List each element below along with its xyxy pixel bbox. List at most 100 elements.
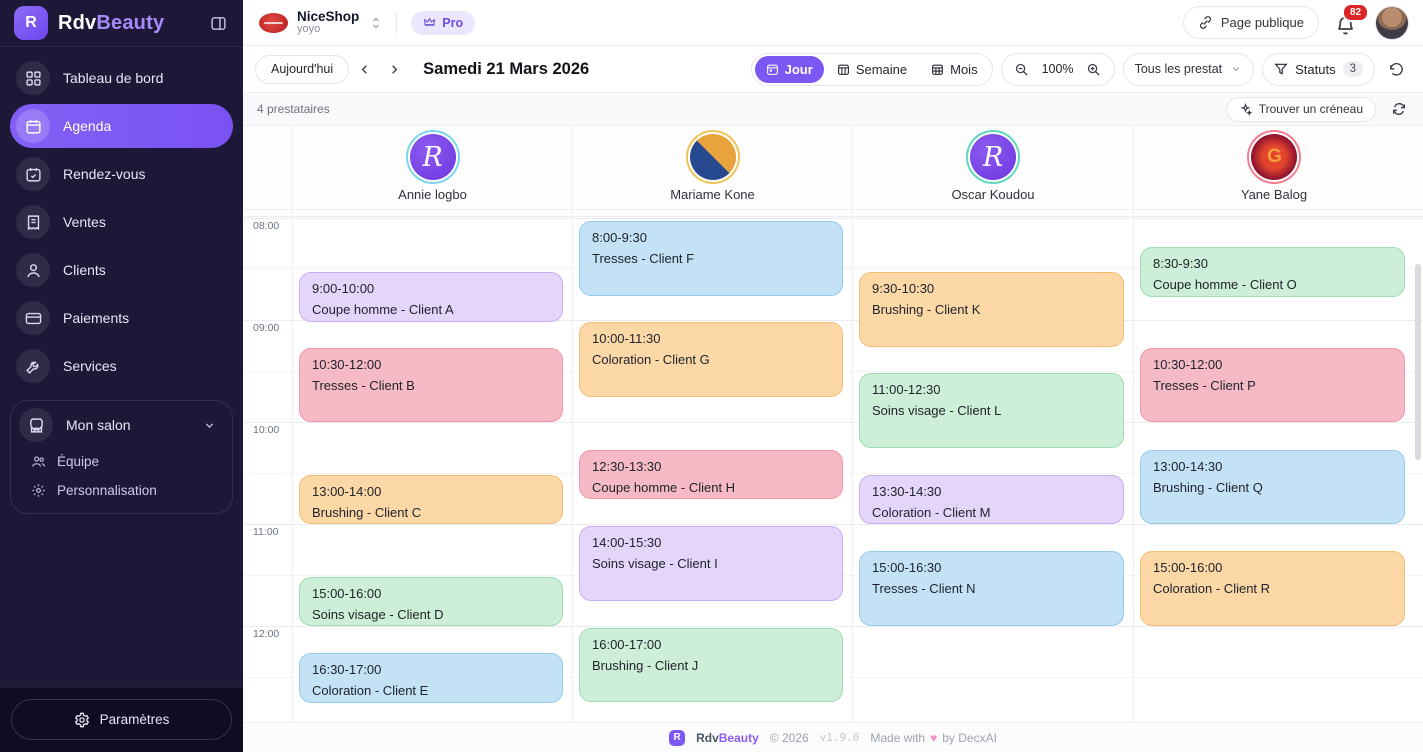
settings-button[interactable]: Paramètres bbox=[11, 699, 232, 740]
app-logo: R bbox=[14, 6, 48, 40]
history-icon bbox=[1388, 61, 1405, 78]
appointment-title: Brushing - Client K bbox=[872, 299, 1111, 320]
view-day-button[interactable]: Jour bbox=[755, 56, 824, 83]
sidebar-item-dashboard[interactable]: Tableau de bord bbox=[10, 56, 233, 100]
view-month-button[interactable]: Mois bbox=[920, 56, 988, 83]
agenda-toolbar: Aujourd'hui Samedi 21 Mars 2026 Jour Sem… bbox=[243, 46, 1423, 93]
appointment-card[interactable]: 14:00-15:30 Soins visage - Client I bbox=[579, 526, 843, 601]
appointment-time: 15:00-16:00 bbox=[312, 583, 550, 604]
zoom-in-icon[interactable] bbox=[1083, 57, 1105, 81]
statuses-filter-button[interactable]: Statuts 3 bbox=[1262, 53, 1375, 86]
appointment-time: 13:30-14:30 bbox=[872, 481, 1111, 502]
appointment-title: Brushing - Client Q bbox=[1153, 477, 1392, 498]
find-slot-label: Trouver un créneau bbox=[1259, 102, 1363, 116]
sidebar-item-clients[interactable]: Clients bbox=[10, 248, 233, 292]
appointment-card[interactable]: 16:30-17:00 Coloration - Client E bbox=[299, 653, 563, 703]
appointment-card[interactable]: 10:30-12:00 Tresses - Client B bbox=[299, 348, 563, 422]
provider-avatar bbox=[690, 134, 736, 180]
notifications-button[interactable]: 82 bbox=[1335, 10, 1359, 36]
provider-column-header[interactable]: R Oscar Koudou bbox=[852, 126, 1133, 210]
appointment-card[interactable]: 11:00-12:30 Soins visage - Client L bbox=[859, 373, 1124, 448]
appointment-card[interactable]: 16:00-17:00 Brushing - Client J bbox=[579, 628, 843, 702]
today-button[interactable]: Aujourd'hui bbox=[255, 55, 349, 84]
sidebar-item-rendez-vous[interactable]: Rendez-vous bbox=[10, 152, 233, 196]
sidebar-item-ventes[interactable]: Ventes bbox=[10, 200, 233, 244]
provider-column[interactable]: 9:00-10:00 Coupe homme - Client A 10:30-… bbox=[292, 210, 572, 722]
time-label: 10:00 bbox=[253, 424, 291, 436]
statuses-count-badge: 3 bbox=[1343, 61, 1363, 77]
calendar-month-icon bbox=[931, 63, 944, 76]
sidebar-item-label: Équipe bbox=[57, 454, 99, 469]
history-button[interactable] bbox=[1383, 56, 1409, 82]
public-page-button[interactable]: Page publique bbox=[1183, 6, 1319, 39]
sidebar-item-paiements[interactable]: Paiements bbox=[10, 296, 233, 340]
refresh-button[interactable] bbox=[1389, 99, 1409, 119]
app-root: R RdvBeauty Tableau de bord Agenda Rende… bbox=[0, 0, 1423, 752]
toolbar-right: Jour Semaine Mois 100% bbox=[751, 53, 1409, 86]
appointment-card[interactable]: 13:00-14:00 Brushing - Client C bbox=[299, 475, 563, 524]
appointment-time: 9:30-10:30 bbox=[872, 278, 1111, 299]
next-day-button[interactable] bbox=[379, 54, 409, 84]
time-label: 08:00 bbox=[253, 220, 291, 232]
appointment-time: 8:00-9:30 bbox=[592, 227, 830, 248]
provider-name: Mariame Kone bbox=[670, 187, 755, 202]
appointment-card[interactable]: 9:00-10:00 Coupe homme - Client A bbox=[299, 272, 563, 322]
appointment-time: 16:30-17:00 bbox=[312, 659, 550, 680]
user-avatar[interactable] bbox=[1375, 6, 1409, 40]
provider-avatar: R bbox=[410, 134, 456, 180]
footer: R RdvBeauty © 2026 v1.9.0 Made with ♥ by… bbox=[243, 722, 1423, 752]
appointment-title: Soins visage - Client L bbox=[872, 400, 1111, 421]
shop-name: NiceShop bbox=[297, 10, 359, 24]
provider-column-header[interactable]: G Yane Balog bbox=[1133, 126, 1414, 210]
appointment-card[interactable]: 13:00-14:30 Brushing - Client Q bbox=[1140, 450, 1405, 524]
provider-column[interactable]: 8:30-9:30 Coupe homme - Client O 10:30-1… bbox=[1133, 210, 1414, 722]
appointment-time: 10:00-11:30 bbox=[592, 328, 830, 349]
sidebar-item-label: Personnalisation bbox=[57, 483, 157, 498]
appointment-card[interactable]: 12:30-13:30 Coupe homme - Client H bbox=[579, 450, 843, 499]
find-slot-button[interactable]: Trouver un créneau bbox=[1226, 97, 1376, 122]
appointment-card[interactable]: 8:30-9:30 Coupe homme - Client O bbox=[1140, 247, 1405, 297]
shop-selector[interactable]: NiceShop yoyo bbox=[259, 10, 382, 36]
appointment-card[interactable]: 13:30-14:30 Coloration - Client M bbox=[859, 475, 1124, 524]
link-icon bbox=[1198, 15, 1213, 30]
refresh-icon bbox=[1391, 101, 1407, 117]
provider-column[interactable]: 8:00-9:30 Tresses - Client F 10:00-11:30… bbox=[572, 210, 852, 722]
vertical-scrollbar[interactable] bbox=[1415, 264, 1421, 460]
sidebar-item-label: Mon salon bbox=[66, 417, 131, 433]
sidebar-item-mon-salon[interactable]: Mon salon bbox=[15, 403, 228, 447]
appointment-card[interactable]: 15:00-16:30 Tresses - Client N bbox=[859, 551, 1124, 626]
calendar-check-icon bbox=[16, 157, 50, 191]
appointment-card[interactable]: 15:00-16:00 Coloration - Client R bbox=[1140, 551, 1405, 626]
view-week-button[interactable]: Semaine bbox=[826, 56, 918, 83]
appointment-card[interactable]: 10:00-11:30 Coloration - Client G bbox=[579, 322, 843, 397]
provider-filter-dropdown[interactable]: Tous les prestat bbox=[1123, 53, 1255, 86]
sidebar-header: R RdvBeauty bbox=[0, 0, 243, 47]
sidebar-item-equipe[interactable]: Équipe bbox=[15, 447, 228, 476]
zoom-out-icon[interactable] bbox=[1011, 57, 1033, 81]
appointment-title: Coloration - Client G bbox=[592, 349, 830, 370]
credit-card-icon bbox=[16, 301, 50, 335]
sidebar-item-label: Ventes bbox=[63, 214, 106, 230]
footer-by-text: by DecxAI bbox=[942, 731, 997, 745]
sidebar-item-services[interactable]: Services bbox=[10, 344, 233, 388]
sidebar-collapse-icon[interactable] bbox=[207, 12, 229, 34]
appointment-card[interactable]: 9:30-10:30 Brushing - Client K bbox=[859, 272, 1124, 347]
topbar-right: Page publique 82 bbox=[1183, 6, 1409, 40]
appointment-title: Coupe homme - Client O bbox=[1153, 274, 1392, 295]
prev-day-button[interactable] bbox=[349, 54, 379, 84]
appointment-title: Coupe homme - Client A bbox=[312, 299, 550, 320]
appointment-time: 15:00-16:00 bbox=[1153, 557, 1392, 578]
provider-column-header[interactable]: Mariame Kone bbox=[572, 126, 852, 210]
appointment-card[interactable]: 10:30-12:00 Tresses - Client P bbox=[1140, 348, 1405, 422]
user-icon bbox=[16, 253, 50, 287]
calendar-grid[interactable]: 08:00 09:00 10:00 11:00 12:00 9:00-10:00… bbox=[243, 210, 1423, 722]
sidebar-item-agenda[interactable]: Agenda bbox=[10, 104, 233, 148]
sidebar-item-personnalisation[interactable]: Personnalisation bbox=[15, 476, 228, 505]
provider-column-header[interactable]: R Annie logbo bbox=[292, 126, 572, 210]
sidebar-item-label: Rendez-vous bbox=[63, 166, 146, 182]
view-toggle-group: Jour Semaine Mois bbox=[751, 53, 993, 86]
provider-column[interactable]: 9:30-10:30 Brushing - Client K 11:00-12:… bbox=[852, 210, 1133, 722]
appointment-card[interactable]: 15:00-16:00 Soins visage - Client D bbox=[299, 577, 563, 626]
appointment-card[interactable]: 8:00-9:30 Tresses - Client F bbox=[579, 221, 843, 296]
chevron-down-icon bbox=[1230, 63, 1242, 75]
